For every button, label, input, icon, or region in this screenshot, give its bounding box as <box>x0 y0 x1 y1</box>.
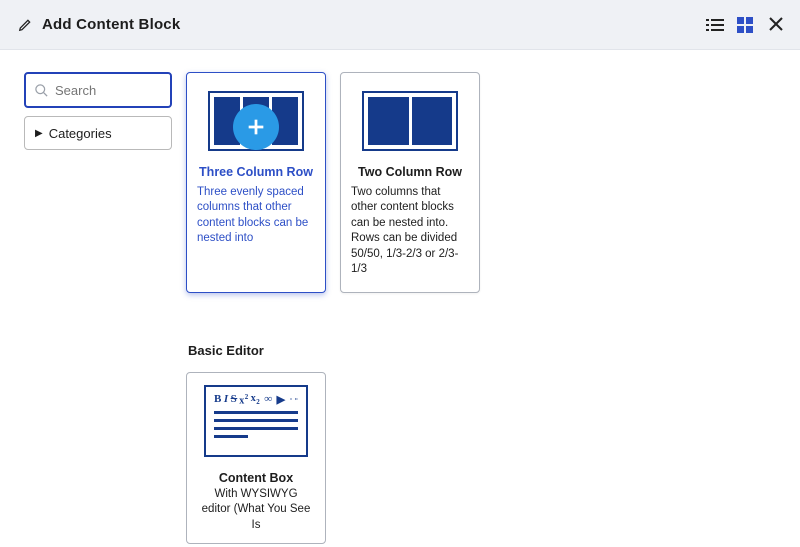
card-description: With WYSIWYG editor (What You See Is <box>199 487 313 534</box>
thumbnail-two-column <box>351 85 469 157</box>
categories-toggle[interactable]: ▶ Categories <box>24 116 172 150</box>
block-card-content-box[interactable]: BIS x2 x2 ∞ ▶ <box>186 372 326 545</box>
modal-header: Add Content Block <box>0 0 800 50</box>
search-input[interactable] <box>53 82 162 99</box>
card-title: Content Box <box>199 471 313 485</box>
card-title: Two Column Row <box>351 165 469 181</box>
card-description: Three evenly spaced columns that other c… <box>197 185 315 247</box>
card-description: Two columns that other content blocks ca… <box>351 185 469 278</box>
modal-title: Add Content Block <box>42 16 180 33</box>
list-view-toggle[interactable] <box>704 14 726 36</box>
pencil-icon <box>18 18 32 32</box>
section-heading-basic-editor: Basic Editor <box>188 343 800 358</box>
categories-label: Categories <box>49 126 112 141</box>
block-gallery: Three Column Row Three evenly spaced col… <box>186 72 800 547</box>
block-card-three-column-row[interactable]: Three Column Row Three evenly spaced col… <box>186 72 326 293</box>
thumbnail-content-box: BIS x2 x2 ∞ ▶ <box>204 385 308 457</box>
block-card-two-column-row[interactable]: Two Column Row Two columns that other co… <box>340 72 480 293</box>
sidebar: ▶ Categories <box>24 72 172 547</box>
close-button[interactable] <box>766 14 786 36</box>
thumbnail-three-column <box>197 85 315 157</box>
search-icon <box>34 83 49 98</box>
caret-right-icon: ▶ <box>35 128 43 139</box>
add-icon <box>233 104 279 150</box>
grid-view-toggle[interactable] <box>734 14 756 36</box>
card-title: Three Column Row <box>197 165 315 181</box>
search-input-wrapper[interactable] <box>24 72 172 108</box>
